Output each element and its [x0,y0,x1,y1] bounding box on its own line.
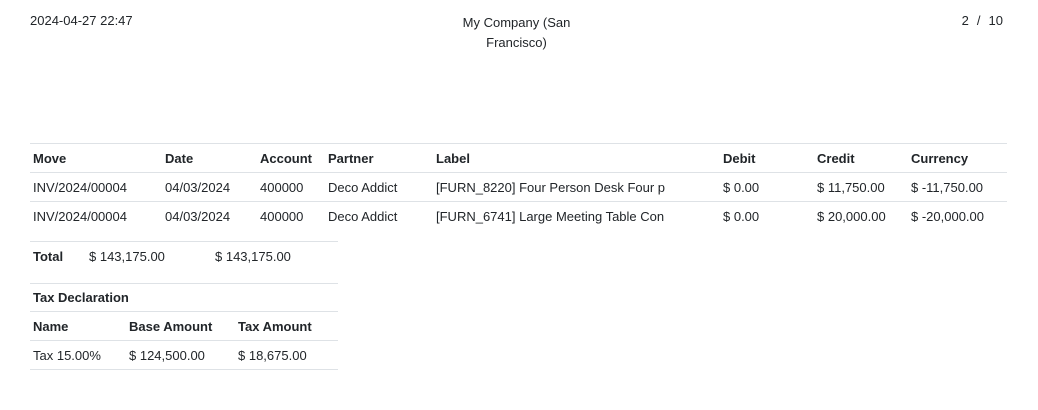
tax-declaration-title: Tax Declaration [30,283,338,311]
column-header-debit: Debit [720,143,814,173]
cell-currency: $ -11,750.00 [908,172,1007,202]
report-header-date: 2024-04-27 22:47 [30,13,133,28]
column-header-credit: Credit [814,143,908,173]
cell-account: 400000 [257,172,325,202]
column-header-tax-amount: Tax Amount [235,311,338,341]
cell-tax-amount: $ 18,675.00 [235,340,338,370]
cell-credit: $ 20,000.00 [817,208,886,224]
totals-label: Total [30,241,86,270]
cell-date: 04/03/2024 [165,208,231,224]
cell-partner: Deco Addict [325,172,433,202]
cell-currency: $ -20,000.00 [911,208,985,224]
column-header-name: Name [30,311,126,341]
tax-declaration-table: Name Base Amount Tax Amount Tax 15.00% $… [30,311,338,370]
page-current: 2 [961,13,969,28]
report-header-page-number: 2 / 10 [962,13,1003,28]
journal-lines-table: Move Date Account Partner Label Debit Cr… [30,143,1007,230]
column-header-move: Move [30,143,162,173]
totals-credit: $ 143,175.00 [212,241,338,270]
totals-row: Total $ 143,175.00 $ 143,175.00 [30,241,338,270]
cell-partner: Deco Addict [328,208,398,224]
cell-move: INV/2024/00004 [33,208,127,224]
table-row: INV/2024/00004 04/03/2024 400000 Deco Ad… [30,172,1007,202]
cell-account: 400000 [260,208,304,224]
cell-credit: $ 11,750.00 [814,172,908,202]
cell-date: 04/03/2024 [162,172,257,202]
page-separator: / [976,13,981,28]
column-header-partner: Partner [325,143,433,173]
report-header-company: My Company (San Francisco) [462,15,571,50]
page-total: 10 [988,13,1003,28]
table-header-row: Name Base Amount Tax Amount [30,311,338,341]
cell-debit: $ 0.00 [723,208,760,224]
column-header-label: Label [433,143,720,173]
column-header-account: Account [257,143,325,173]
cell-debit: $ 0.00 [720,172,814,202]
totals-table: Total $ 143,175.00 $ 143,175.00 [30,241,338,270]
cell-base-amount: $ 124,500.00 [126,340,235,370]
column-header-currency: Currency [908,143,1007,173]
column-header-base-amount: Base Amount [126,311,235,341]
table-header-row: Move Date Account Partner Label Debit Cr… [30,143,1007,173]
cell-label: [FURN_8220] Four Person Desk Four p [433,172,720,202]
column-header-date: Date [162,143,257,173]
cell-tax-name: Tax 15.00% [30,340,126,370]
totals-debit: $ 143,175.00 [86,241,212,270]
cell-label: [FURN_6741] Large Meeting Table Con [436,208,665,224]
cell-move: INV/2024/00004 [30,172,162,202]
table-row: INV/2024/00004 04/03/2024 400000 Deco Ad… [30,202,1007,231]
table-row: Tax 15.00% $ 124,500.00 $ 18,675.00 [30,340,338,370]
